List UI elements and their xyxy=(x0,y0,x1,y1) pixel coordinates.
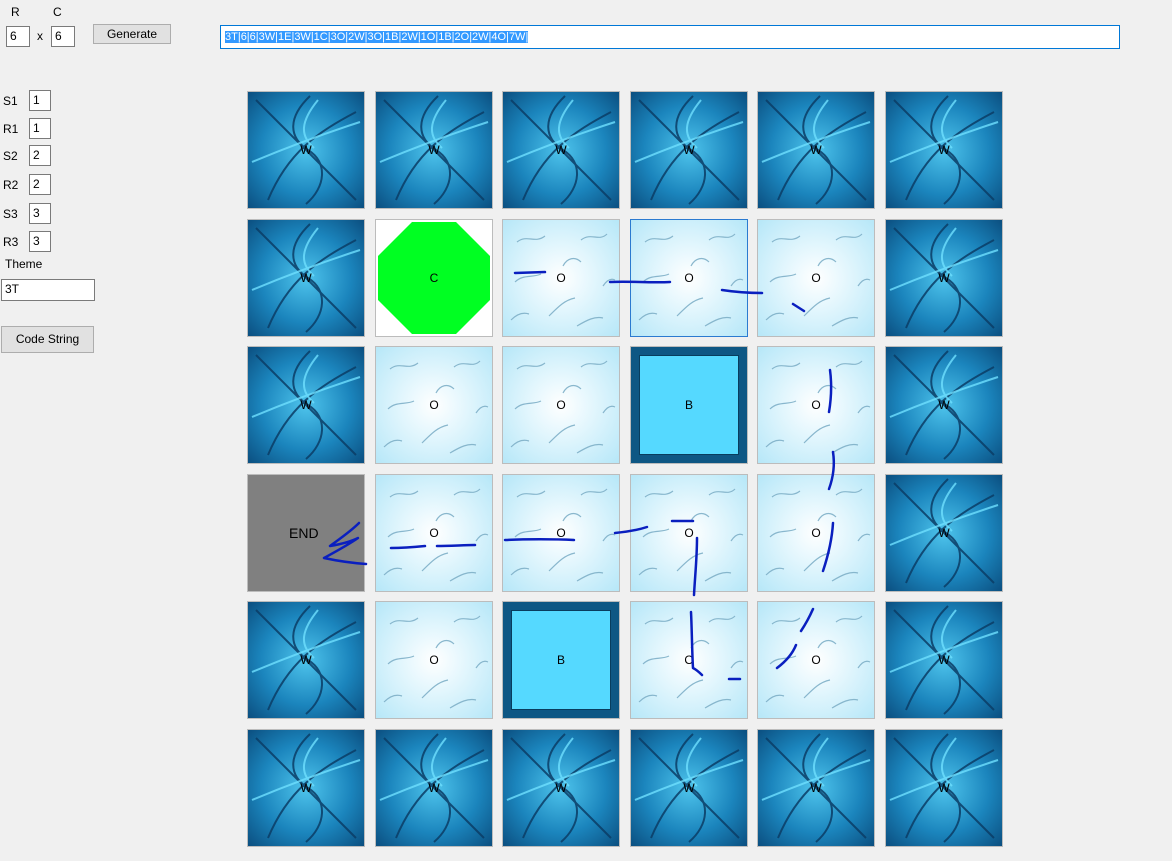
tile-label: END xyxy=(289,525,319,541)
water-tile[interactable]: O xyxy=(630,474,748,592)
wall-tile[interactable]: W xyxy=(375,729,493,847)
wall-tile[interactable]: W xyxy=(885,219,1003,337)
sidebar-input-s3[interactable]: 3 xyxy=(29,203,51,224)
tile-label: O xyxy=(429,398,439,412)
sidebar-label-r1: R1 xyxy=(3,122,19,136)
start-tile[interactable]: C xyxy=(375,219,493,337)
tile-label: W xyxy=(938,398,950,412)
sidebar-input-r1[interactable]: 1 xyxy=(29,118,51,139)
water-tile[interactable]: O xyxy=(757,219,875,337)
wall-tile[interactable]: W xyxy=(885,729,1003,847)
tile-label: W xyxy=(810,143,822,157)
tile-label: O xyxy=(684,526,694,540)
code-string-button[interactable]: Code String xyxy=(1,326,94,353)
wall-tile[interactable]: W xyxy=(885,601,1003,719)
tile-label: W xyxy=(428,143,440,157)
tile-label: O xyxy=(684,653,694,667)
rows-label: R xyxy=(11,5,20,19)
tile-label: O xyxy=(811,526,821,540)
generate-button[interactable]: Generate xyxy=(93,24,171,44)
wall-tile[interactable]: W xyxy=(502,729,620,847)
rows-input[interactable]: 6 xyxy=(6,26,30,47)
water-tile[interactable]: O xyxy=(502,346,620,464)
tile-label: B xyxy=(684,398,693,412)
tile-label: W xyxy=(683,143,695,157)
water-tile[interactable]: O xyxy=(757,474,875,592)
water-tile[interactable]: O xyxy=(630,601,748,719)
times-sign: x xyxy=(37,29,43,43)
theme-input[interactable]: 3T xyxy=(1,279,95,301)
tile-label: W xyxy=(810,781,822,795)
tile-label: W xyxy=(938,526,950,540)
sidebar-label-s2: S2 xyxy=(3,149,18,163)
water-tile[interactable]: O xyxy=(502,474,620,592)
wall-tile[interactable]: W xyxy=(757,729,875,847)
water-tile[interactable]: O xyxy=(630,219,748,337)
wall-tile[interactable]: W xyxy=(247,346,365,464)
tile-label: O xyxy=(811,271,821,285)
wall-tile[interactable]: W xyxy=(247,729,365,847)
sidebar-input-r2[interactable]: 2 xyxy=(29,174,51,195)
cols-input[interactable]: 6 xyxy=(51,26,75,47)
tile-label: B xyxy=(556,653,565,667)
wall-tile[interactable]: W xyxy=(885,474,1003,592)
end-tile[interactable]: END xyxy=(247,474,365,592)
water-tile[interactable]: O xyxy=(375,601,493,719)
tile-label: O xyxy=(811,398,821,412)
sidebar-label-r3: R3 xyxy=(3,235,19,249)
sidebar-label-s1: S1 xyxy=(3,94,18,108)
sidebar-label-r2: R2 xyxy=(3,178,19,192)
tile-label: O xyxy=(684,271,694,285)
wall-tile[interactable]: W xyxy=(630,91,748,209)
wall-tile[interactable]: W xyxy=(247,219,365,337)
cols-label: C xyxy=(53,5,62,19)
block-tile[interactable]: B xyxy=(630,346,748,464)
sidebar-label-s3: S3 xyxy=(3,207,18,221)
tile-label: W xyxy=(938,781,950,795)
tile-label: O xyxy=(429,526,439,540)
theme-label: Theme xyxy=(5,257,43,271)
code-string-input[interactable]: 3T|6|6|3W|1E|3W|1C|3O|2W|3O|1B|2W|1O|1B|… xyxy=(220,25,1120,49)
water-tile[interactable]: O xyxy=(502,219,620,337)
tile-label: W xyxy=(300,653,312,667)
puzzle-board: W W W W W W W C O O O W W O O B O W END O O O O W W O B O O W W W W W W W xyxy=(247,91,1004,850)
tile-label: W xyxy=(555,781,567,795)
wall-tile[interactable]: W xyxy=(502,91,620,209)
wall-tile[interactable]: W xyxy=(757,91,875,209)
tile-label: W xyxy=(300,271,312,285)
tile-label: W xyxy=(938,653,950,667)
tile-label: O xyxy=(556,398,566,412)
sidebar-input-s2[interactable]: 2 xyxy=(29,145,51,166)
tile-label: W xyxy=(683,781,695,795)
tile-label: W xyxy=(300,781,312,795)
tile-label: W xyxy=(938,143,950,157)
wall-tile[interactable]: W xyxy=(885,91,1003,209)
wall-tile[interactable]: W xyxy=(885,346,1003,464)
water-tile[interactable]: O xyxy=(757,601,875,719)
wall-tile[interactable]: W xyxy=(247,601,365,719)
wall-tile[interactable]: W xyxy=(247,91,365,209)
tile-label: O xyxy=(811,653,821,667)
tile-label: O xyxy=(556,271,566,285)
tile-label: O xyxy=(556,526,566,540)
sidebar-input-s1[interactable]: 1 xyxy=(29,90,51,111)
tile-label: W xyxy=(300,398,312,412)
wall-tile[interactable]: W xyxy=(375,91,493,209)
tile-label: W xyxy=(428,781,440,795)
block-tile[interactable]: B xyxy=(502,601,620,719)
sidebar-input-r3[interactable]: 3 xyxy=(29,231,51,252)
tile-label: W xyxy=(938,271,950,285)
water-tile[interactable]: O xyxy=(375,346,493,464)
tile-label: W xyxy=(300,143,312,157)
code-string-selected-text: 3T|6|6|3W|1E|3W|1C|3O|2W|3O|1B|2W|1O|1B|… xyxy=(225,31,529,43)
tile-label: W xyxy=(555,143,567,157)
tile-label: O xyxy=(429,653,439,667)
water-tile[interactable]: O xyxy=(375,474,493,592)
water-tile[interactable]: O xyxy=(757,346,875,464)
tile-label: C xyxy=(429,271,439,285)
wall-tile[interactable]: W xyxy=(630,729,748,847)
